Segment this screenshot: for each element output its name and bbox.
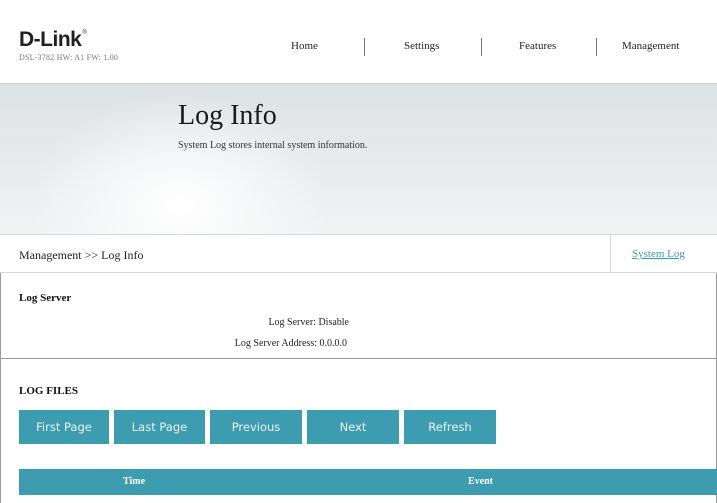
page-description: System Log stores internal system inform…	[178, 140, 368, 151]
page-banner: Log Info System Log stores internal syst…	[0, 84, 717, 234]
breadcrumb: Management >> Log Info	[19, 248, 144, 262]
previous-button[interactable]: Previous	[210, 410, 302, 444]
column-time: Time	[123, 476, 146, 487]
nav-separator	[481, 38, 482, 56]
nav-settings[interactable]: Settings	[404, 40, 439, 52]
section-divider	[0, 358, 717, 359]
log-server-status: Log Server: Disable	[268, 317, 349, 328]
first-page-button[interactable]: First Page	[19, 410, 109, 444]
nav-separator	[364, 38, 365, 56]
main-nav: Home Settings Features Management	[0, 38, 717, 60]
nav-management[interactable]: Management	[622, 40, 679, 52]
column-event: Event	[468, 476, 493, 487]
tab-system-log: System Log	[610, 235, 717, 273]
refresh-button[interactable]: Refresh	[404, 410, 496, 444]
next-button[interactable]: Next	[307, 410, 399, 444]
last-page-button[interactable]: Last Page	[114, 410, 205, 444]
nav-home[interactable]: Home	[291, 40, 318, 52]
log-table-header: Time Event	[19, 469, 717, 495]
nav-separator	[596, 38, 597, 56]
top-header: D-Link® DSL-3782 HW: A1 FW: 1.00 Home Se…	[0, 0, 717, 84]
log-server-heading: Log Server	[19, 292, 72, 304]
log-server-address: Log Server Address: 0.0.0.0	[234, 338, 347, 349]
breadcrumb-bar: Management >> Log Info System Log	[0, 234, 717, 273]
system-log-link[interactable]: System Log	[632, 248, 685, 260]
nav-features[interactable]: Features	[519, 40, 556, 52]
logo-registered-mark: ®	[82, 30, 87, 36]
page-title: Log Info	[178, 100, 277, 131]
log-files-heading: LOG FILES	[19, 385, 78, 397]
